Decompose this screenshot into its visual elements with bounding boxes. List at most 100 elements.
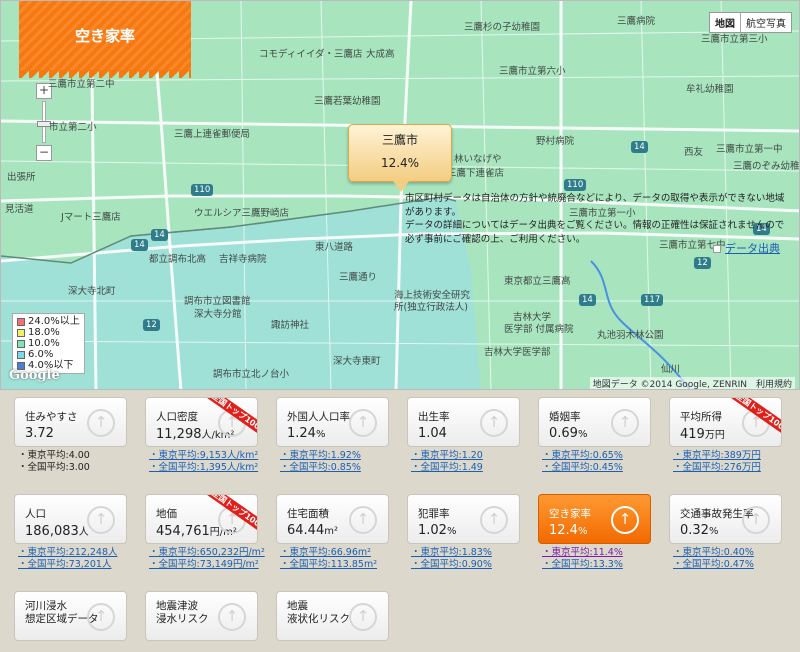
stat-label: 人口密度 <box>156 411 198 423</box>
arrow-up-icon: ↑ <box>349 603 377 631</box>
stat-cell: 地震 液状化リスク ↑ <box>276 591 406 641</box>
stat-number: 1.02 <box>418 523 447 538</box>
stat-card-button[interactable]: 犯罪率 1.02% ↑ <box>407 494 520 544</box>
national-average-link[interactable]: ・全国平均:73,201人 <box>18 559 111 570</box>
area-value-callout[interactable]: 三鷹市 12.4% <box>348 124 452 192</box>
zoom-out-button[interactable]: − <box>36 145 52 161</box>
stat-cell: 住宅面積 64.44m² ↑ ・東京平均:66.96m² ・全国平均:113.85m² <box>276 494 406 571</box>
stat-card-button[interactable]: 空き家率 12.4% ↑ <box>538 494 651 544</box>
map-label: 三鷹のぞみ幼稚 <box>733 161 800 172</box>
legend-swatch <box>17 317 25 326</box>
stat-value: 419万円 <box>680 426 725 442</box>
national-average-link[interactable]: ・全国平均:1.49 <box>411 462 483 473</box>
national-average-link[interactable]: ・全国平均:0.90% <box>411 559 492 570</box>
legend-item: 10.0% <box>17 338 80 349</box>
legend-item: 6.0% <box>17 349 80 360</box>
map-label: 三鷹市立第三小 <box>701 34 768 45</box>
tokyo-average-link[interactable]: ・東京平均:650,232円/m² <box>149 547 265 558</box>
stat-card-button[interactable]: 出生率 1.04 ↑ <box>407 397 520 447</box>
stat-number: 419 <box>680 427 705 442</box>
maptype-map-button[interactable]: 地図 <box>710 13 741 32</box>
legend-swatch <box>17 350 25 359</box>
stats-grid: 住みやすさ 3.72 ↑ ・東京平均:4.00 ・全国平均:3.00 人口密度 11,298… <box>0 390 800 652</box>
stat-card-button[interactable]: 人口密度 11,298人/km² ↑ 全国トップ100 <box>145 397 258 447</box>
stat-card-button[interactable]: 交通事故発生率 0.32% ↑ <box>669 494 782 544</box>
route-shield-icon: 14 <box>631 141 648 153</box>
map-label: 三鷹若葉幼稚園 <box>314 96 381 107</box>
stat-number: 64.44 <box>287 523 325 538</box>
stat-card-button[interactable]: 地価 454,761円/m² ↑ 全国トップ100 <box>145 494 258 544</box>
map-label: ウエルシア三鷹野崎店 <box>194 208 290 219</box>
data-note: 市区町村データは自治体の方針や統廃合などにより、データの取得や表示ができない地域… <box>405 193 785 245</box>
stat-cell: 交通事故発生率 0.32% ↑ ・東京平均:0.40% ・全国平均:0.47% <box>669 494 799 571</box>
arrow-up-icon: ↑ <box>87 506 115 534</box>
route-shield-icon: 14 <box>131 239 148 251</box>
tokyo-average-link[interactable]: ・東京平均:1.92% <box>280 450 361 461</box>
tokyo-average-link[interactable]: ・東京平均:11.4% <box>542 547 623 558</box>
stat-cell: 犯罪率 1.02% ↑ ・東京平均:1.83% ・全国平均:0.90% <box>407 494 537 571</box>
route-shield-icon: 110 <box>564 179 587 191</box>
stat-number: 454,761 <box>156 524 210 539</box>
map-label: 吉祥寺病院 <box>219 254 267 265</box>
tokyo-average-link[interactable]: ・東京平均:0.65% <box>542 450 623 461</box>
map-label: 東京都立三鷹高 <box>504 276 571 287</box>
map-label: 吉林大学医学部 <box>484 347 551 358</box>
map-label: 三鷹上連雀郵便局 <box>174 129 251 140</box>
stat-cell: 地価 454,761円/m² ↑ 全国トップ100 ・東京平均:650,232円/m² ・… <box>145 494 275 571</box>
google-logo[interactable]: Google <box>9 368 60 383</box>
national-average-link[interactable]: ・全国平均:113.85m² <box>280 559 377 570</box>
map-label: 林いなげや <box>454 154 502 165</box>
maptype-satellite-button[interactable]: 航空写真 <box>741 13 791 32</box>
stat-unit: % <box>708 526 719 537</box>
tokyo-average-link[interactable]: ・東京平均:1.83% <box>411 547 492 558</box>
stat-unit: 人 <box>78 527 89 538</box>
map-label: 調布市立北ノ台小 <box>213 369 290 380</box>
stat-card-button[interactable]: 住みやすさ 3.72 ↑ <box>14 397 127 447</box>
national-average-link[interactable]: ・全国平均:0.45% <box>542 462 623 473</box>
stat-unit: % <box>577 429 588 440</box>
arrow-up-icon: ↑ <box>480 506 508 534</box>
tokyo-average-link[interactable]: ・東京平均:0.40% <box>673 547 754 558</box>
map-label: 深大寺北町 <box>68 286 116 297</box>
national-average-link[interactable]: ・全国平均:276万円 <box>673 462 761 473</box>
map-label: 三鷹市立第一中 <box>716 144 783 155</box>
stat-cell: 出生率 1.04 ↑ ・東京平均:1.20 ・全国平均:1.49 <box>407 397 537 474</box>
tokyo-average-link[interactable]: ・東京平均:66.96m² <box>280 547 371 558</box>
map-title: 空き家率 <box>74 27 135 45</box>
map-label: 見活道 <box>5 204 34 215</box>
tokyo-average-link[interactable]: ・東京平均:389万円 <box>673 450 761 461</box>
national-average-link: ・全国平均:3.00 <box>18 462 90 473</box>
national-average-link[interactable]: ・全国平均:0.85% <box>280 462 361 473</box>
tokyo-average-link[interactable]: ・東京平均:9,153人/km² <box>149 450 258 461</box>
stat-card-button[interactable]: 外国人人口率 1.24% ↑ <box>276 397 389 447</box>
national-average-link[interactable]: ・全国平均:1,395人/km² <box>149 462 258 473</box>
route-shield-icon: 110 <box>191 184 214 196</box>
stat-card-button[interactable]: 住宅面積 64.44m² ↑ <box>276 494 389 544</box>
stat-card-button[interactable]: 人口 186,083人 ↑ <box>14 494 127 544</box>
stat-card-button[interactable]: 婚姻率 0.69% ↑ <box>538 397 651 447</box>
stat-averages: ・東京平均:0.65% ・全国平均:0.45% <box>538 450 668 474</box>
stat-cell: 空き家率 12.4% ↑ ・東京平均:11.4% ・全国平均:13.3% <box>538 494 668 571</box>
stat-averages: ・東京平均:1.83% ・全国平均:0.90% <box>407 547 537 571</box>
national-average-link[interactable]: ・全国平均:73,149円/m² <box>149 559 259 570</box>
stat-averages: ・東京平均:4.00 ・全国平均:3.00 <box>14 450 144 474</box>
map-credit[interactable]: 地図データ ©2014 Google, ZENRIN 利用規約 <box>589 377 795 389</box>
tokyo-average-link[interactable]: ・東京平均:212,248人 <box>18 547 118 558</box>
national-average-link[interactable]: ・全国平均:0.47% <box>673 559 754 570</box>
stat-number: 11,298 <box>156 427 202 442</box>
data-source-link[interactable]: データ出典 <box>713 240 780 256</box>
stat-cell: 住みやすさ 3.72 ↑ ・東京平均:4.00 ・全国平均:3.00 <box>14 397 144 474</box>
stat-label: 地価 <box>156 508 177 520</box>
stat-unit: m² <box>324 526 338 537</box>
stat-card-button[interactable]: 地震津波 浸水リスク ↑ <box>145 591 258 641</box>
stat-card-button[interactable]: 平均所得 419万円 ↑ 全国トップ100 <box>669 397 782 447</box>
national-average-link[interactable]: ・全国平均:13.3% <box>542 559 623 570</box>
stat-cell: 外国人人口率 1.24% ↑ ・東京平均:1.92% ・全国平均:0.85% <box>276 397 406 474</box>
stat-card-button[interactable]: 河川浸水 想定区域データ ↑ <box>14 591 127 641</box>
stat-card-button[interactable]: 地震 液状化リスク ↑ <box>276 591 389 641</box>
tokyo-average-link[interactable]: ・東京平均:1.20 <box>411 450 483 461</box>
stat-label: 平均所得 <box>680 411 722 423</box>
arrow-up-icon: ↑ <box>480 409 508 437</box>
stat-value: 1.02% <box>418 523 456 538</box>
map-label: 西友 <box>684 147 704 158</box>
